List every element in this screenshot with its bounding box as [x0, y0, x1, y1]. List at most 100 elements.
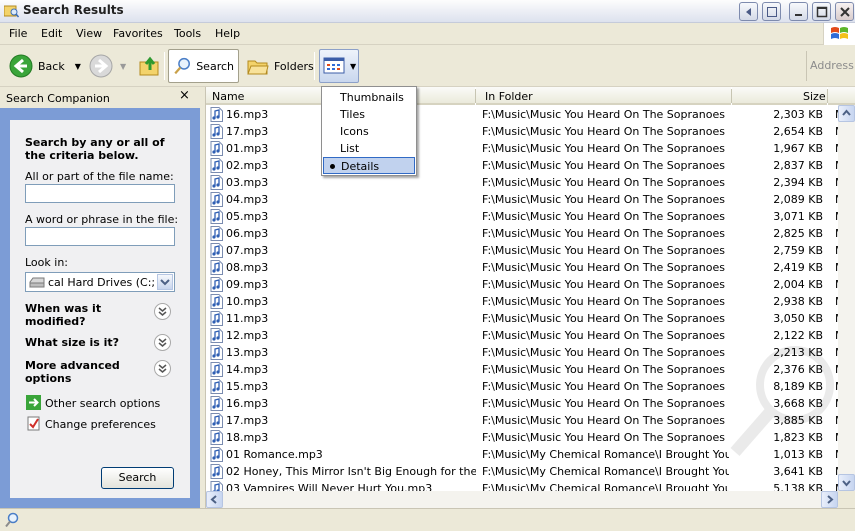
table-row[interactable]: 12.mp3 F:\Music\Music You Heard On The So… [206, 327, 855, 344]
menu-edit[interactable]: Edit [41, 27, 62, 40]
file-size-cell: 2,837 KB [773, 159, 823, 172]
view-thumbnails-item[interactable]: Thumbnails [323, 89, 415, 106]
dropdown-arrow-icon[interactable]: ▼ [75, 62, 81, 71]
maximize-button[interactable] [812, 2, 831, 21]
expand-size-icon[interactable] [154, 334, 171, 351]
menu-tools[interactable]: Tools [174, 27, 201, 40]
folders-button[interactable]: Folders [242, 49, 318, 83]
column-header-type[interactable] [828, 87, 855, 105]
file-name-cell: 15.mp3 [226, 380, 269, 393]
forward-button[interactable]: ▼ [84, 49, 130, 83]
table-row[interactable]: 02 Honey, This Mirror Isn't Big Enough f… [206, 463, 855, 480]
file-folder-cell: F:\Music\Music You Heard On The Sopranoe… [482, 397, 729, 410]
column-header-folder[interactable]: In Folder [476, 87, 731, 105]
forward-arrow-icon [89, 54, 113, 78]
back-button[interactable]: Back ▼ [4, 49, 85, 83]
menu-view[interactable]: View [76, 27, 102, 40]
audio-file-icon [210, 175, 223, 190]
audio-file-icon [210, 277, 223, 292]
companion-heading: Search by any or all of the criteria bel… [25, 136, 165, 162]
horizontal-scrollbar[interactable] [206, 491, 838, 508]
advanced-section[interactable]: More advanced options [25, 359, 145, 385]
view-list-item[interactable]: List [323, 140, 415, 157]
table-row[interactable]: 01.mp3 F:\Music\Music You Heard On The So… [206, 140, 855, 157]
search-button[interactable]: Search [168, 49, 239, 83]
audio-file-icon [210, 243, 223, 258]
file-folder-cell: F:\Music\Music You Heard On The Sopranoe… [482, 380, 729, 393]
size-section[interactable]: What size is it? [25, 336, 145, 349]
phrase-input[interactable] [25, 227, 175, 246]
minimize-button[interactable] [789, 2, 808, 21]
file-name-cell: 10.mp3 [226, 295, 269, 308]
vertical-scrollbar[interactable] [838, 105, 855, 491]
table-row[interactable]: 04.mp3 F:\Music\Music You Heard On The So… [206, 191, 855, 208]
filename-input[interactable] [25, 184, 175, 203]
file-name-cell: 12.mp3 [226, 329, 269, 342]
file-size-cell: 2,654 KB [773, 125, 823, 138]
toolbar-separator [314, 52, 315, 80]
back-nav-icon[interactable] [739, 2, 758, 21]
expand-modified-icon[interactable] [154, 303, 171, 320]
close-button[interactable] [835, 2, 854, 21]
audio-file-icon [210, 260, 223, 275]
file-folder-cell: F:\Music\Music You Heard On The Sopranoe… [482, 244, 729, 257]
table-row[interactable]: 07.mp3 F:\Music\Music You Heard On The So… [206, 242, 855, 259]
menu-favorites[interactable]: Favorites [113, 27, 163, 40]
view-icons-item[interactable]: Icons [323, 123, 415, 140]
companion-search-button[interactable]: Search [101, 467, 174, 489]
companion-close-icon[interactable]: × [179, 89, 190, 102]
scroll-down-button[interactable] [838, 474, 855, 491]
file-name-cell: 04.mp3 [226, 193, 269, 206]
file-name-cell: 16.mp3 [226, 397, 269, 410]
table-row[interactable]: 18.mp3 F:\Music\Music You Heard On The So… [206, 429, 855, 446]
title-bar[interactable]: Search Results [0, 0, 855, 23]
audio-file-icon [210, 328, 223, 343]
table-row[interactable]: 03.mp3 F:\Music\Music You Heard On The So… [206, 174, 855, 191]
views-icon [323, 57, 345, 74]
table-row[interactable]: 17.mp3 F:\Music\Music You Heard On The So… [206, 123, 855, 140]
table-row[interactable]: 13.mp3 F:\Music\Music You Heard On The So… [206, 344, 855, 361]
table-row[interactable]: 02.mp3 F:\Music\Music You Heard On The So… [206, 157, 855, 174]
file-size-cell: 3,668 KB [773, 397, 823, 410]
table-row[interactable]: 16.mp3 F:\Music\Music You Heard On The So… [206, 106, 855, 123]
table-row[interactable]: 15.mp3 F:\Music\Music You Heard On The So… [206, 378, 855, 395]
table-row[interactable]: 01 Romance.mp3 F:\Music\My Chemical Roman… [206, 446, 855, 463]
other-search-options-link[interactable]: Other search options [45, 397, 160, 410]
column-header-size[interactable]: Size [732, 87, 827, 105]
file-name-cell: 17.mp3 [226, 414, 269, 427]
table-row[interactable]: 11.mp3 F:\Music\Music You Heard On The So… [206, 310, 855, 327]
table-row[interactable]: 05.mp3 F:\Music\Music You Heard On The So… [206, 208, 855, 225]
table-row[interactable]: 16.mp3 F:\Music\Music You Heard On The So… [206, 395, 855, 412]
restore-icon[interactable] [762, 2, 781, 21]
file-folder-cell: F:\Music\Music You Heard On The Sopranoe… [482, 227, 729, 240]
table-row[interactable]: 10.mp3 F:\Music\Music You Heard On The So… [206, 293, 855, 310]
lookin-select[interactable]: cal Hard Drives (C:;F:) [25, 272, 175, 292]
dropdown-arrow-icon[interactable]: ▼ [120, 62, 126, 71]
table-row[interactable]: 14.mp3 F:\Music\Music You Heard On The So… [206, 361, 855, 378]
audio-file-icon [210, 430, 223, 445]
audio-file-icon [210, 209, 223, 224]
up-folder-button[interactable] [134, 49, 166, 83]
view-details-item[interactable]: Details [323, 157, 415, 174]
change-preferences-link[interactable]: Change preferences [45, 418, 156, 431]
audio-file-icon [210, 124, 223, 139]
scroll-left-button[interactable] [206, 491, 223, 508]
file-size-cell: 3,071 KB [773, 210, 823, 223]
scroll-right-button[interactable] [821, 491, 838, 508]
view-tiles-item[interactable]: Tiles [323, 106, 415, 123]
menu-file[interactable]: File [9, 27, 27, 40]
scroll-up-button[interactable] [838, 105, 855, 122]
chevron-down-icon[interactable] [157, 274, 173, 290]
table-row[interactable]: 17.mp3 F:\Music\Music You Heard On The So… [206, 412, 855, 429]
modified-section[interactable]: When was it modified? [25, 302, 145, 328]
menu-bar: File Edit View Favorites Tools Help [0, 23, 855, 45]
menu-help[interactable]: Help [215, 27, 240, 40]
file-folder-cell: F:\Music\My Chemical Romance\I Brought Y… [482, 448, 729, 461]
expand-advanced-icon[interactable] [154, 360, 171, 377]
views-button[interactable]: ▼ [319, 49, 359, 83]
table-row[interactable]: 08.mp3 F:\Music\Music You Heard On The So… [206, 259, 855, 276]
file-size-cell: 1,823 KB [773, 431, 823, 444]
folders-label: Folders [274, 59, 314, 73]
table-row[interactable]: 09.mp3 F:\Music\Music You Heard On The So… [206, 276, 855, 293]
table-row[interactable]: 06.mp3 F:\Music\Music You Heard On The So… [206, 225, 855, 242]
